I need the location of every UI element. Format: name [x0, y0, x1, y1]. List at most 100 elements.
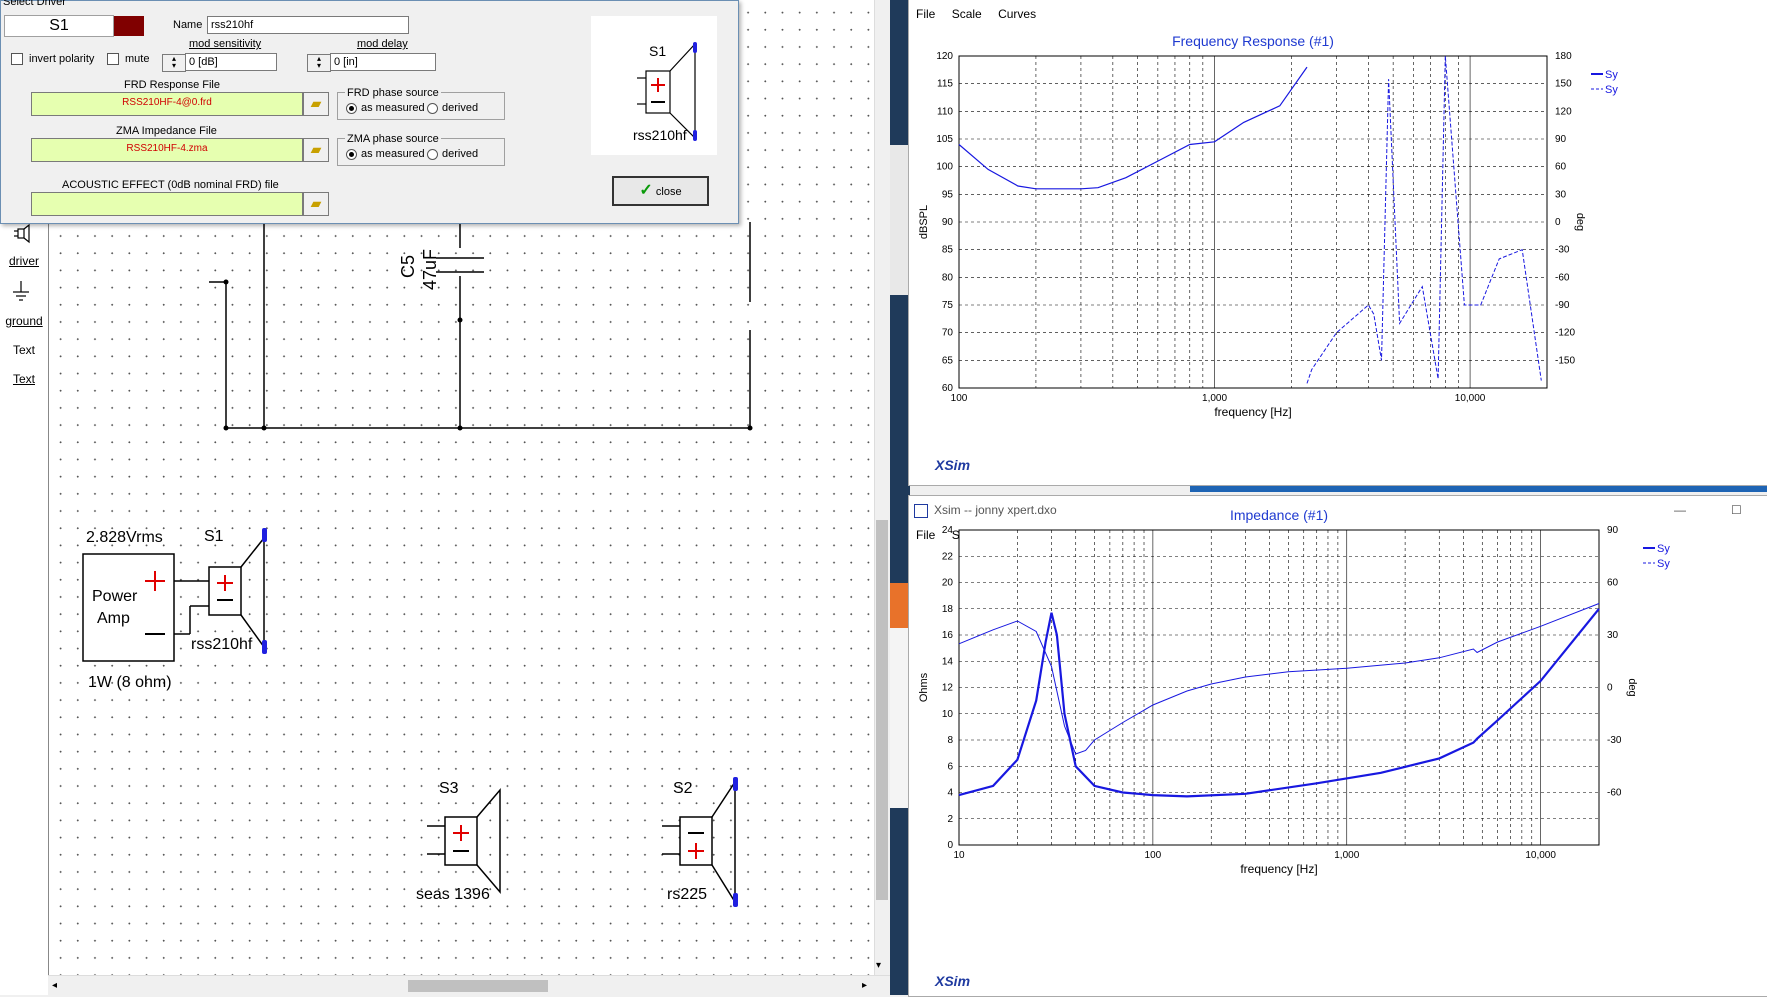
- s1-name[interactable]: rss210hf: [191, 636, 253, 654]
- s1-id[interactable]: S1: [204, 528, 224, 546]
- zma-phase-derived-radio[interactable]: derived: [427, 148, 478, 160]
- y-tick-label: 90: [942, 217, 954, 228]
- y-tick-label: 6: [947, 761, 953, 772]
- s2-id[interactable]: S2: [673, 780, 693, 798]
- s3-id[interactable]: S3: [439, 780, 459, 798]
- driver-tool-icon[interactable]: [12, 222, 34, 244]
- y2-axis-label: deg: [1574, 213, 1586, 231]
- legend-label: Sy: [1605, 84, 1618, 96]
- x-tick-label: 1,000: [1202, 393, 1227, 404]
- frequency-response-chart[interactable]: 120 115 110 105 100 95 90 85 80 75 70 65 60 180 150 120…: [909, 0, 1767, 485]
- zma-folder-icon[interactable]: ▰: [303, 138, 329, 162]
- scroll-left-icon[interactable]: ◂: [52, 980, 57, 991]
- y-tick-label: 12: [942, 683, 954, 694]
- invert-polarity-label: invert polarity: [29, 53, 95, 65]
- driver-id-field[interactable]: S1: [4, 15, 114, 37]
- y-tick-label: 8: [947, 735, 953, 746]
- mute-checkbox[interactable]: mute: [107, 53, 150, 66]
- frd-label: FRD Response File: [124, 79, 220, 91]
- name-label: Name: [173, 19, 203, 31]
- mod-sensitivity-label: mod sensitivity: [189, 38, 262, 50]
- y-tick-label: 70: [942, 328, 954, 339]
- cap-name: C5: [398, 254, 418, 278]
- horizontal-scroll-thumb[interactable]: [408, 980, 548, 992]
- y-tick-label: 115: [937, 79, 953, 90]
- ground-tool-icon[interactable]: [10, 280, 32, 302]
- y2-tick-label: -120: [1555, 328, 1575, 339]
- acoustic-folder-icon[interactable]: ▰: [303, 192, 329, 216]
- frequency-response-window: File Scale Curves 120 115 110 105 100 95 90 85 8…: [908, 0, 1767, 486]
- radio-selected-icon[interactable]: [346, 102, 357, 114]
- y-tick-label: 18: [942, 604, 954, 615]
- frd-folder-icon[interactable]: ▰: [303, 92, 329, 116]
- x-tick-label: 100: [1145, 850, 1162, 861]
- mod-sensitivity-spinner[interactable]: ▴ ▾: [162, 54, 186, 72]
- zma-phase-measured-radio[interactable]: as measured: [346, 148, 425, 160]
- y-tick-label: 24: [942, 525, 954, 536]
- checkmark-icon: ✓: [639, 182, 653, 199]
- frd-phase-label: FRD phase source: [345, 87, 441, 99]
- radio-unselected-icon[interactable]: [427, 102, 438, 114]
- text-tool-1[interactable]: Text: [4, 343, 44, 357]
- y-tick-label: 85: [942, 245, 954, 256]
- close-button[interactable]: ✓ close: [612, 176, 709, 206]
- zma-file-field[interactable]: RSS210HF-4.zma: [31, 138, 303, 162]
- y-tick-label: 65: [942, 355, 954, 366]
- y2-tick-label: -60: [1555, 272, 1570, 283]
- preview-id: S1: [649, 43, 667, 59]
- y-tick-label: 110: [937, 106, 953, 117]
- y-tick-label: 4: [947, 788, 953, 799]
- acoustic-label: ACOUSTIC EFFECT (0dB nominal FRD) file: [62, 179, 279, 191]
- preview-name: rss210hf: [633, 127, 687, 143]
- ground-tool[interactable]: ground: [4, 314, 44, 328]
- y-tick-label: 120: [936, 51, 953, 62]
- scroll-down-icon[interactable]: ▾: [876, 960, 881, 971]
- frd-phase-derived-radio[interactable]: derived: [427, 102, 478, 114]
- mute-check-icon[interactable]: [107, 53, 119, 66]
- invert-polarity-check-icon[interactable]: [11, 53, 23, 66]
- y2-tick-label: 0: [1607, 683, 1613, 694]
- x-tick-label: 10,000: [1455, 393, 1486, 404]
- background-app-panel: [890, 145, 910, 295]
- y2-tick-label: 60: [1607, 578, 1619, 589]
- y2-tick-label: 60: [1555, 162, 1567, 173]
- radio-selected-icon[interactable]: [346, 148, 357, 160]
- y2-tick-label: 90: [1607, 525, 1619, 536]
- impedance-chart[interactable]: 2422201816141210864209060300-30-6010 100 1…: [909, 496, 1767, 996]
- mod-delay-label: mod delay: [357, 38, 408, 50]
- mute-label: mute: [125, 53, 150, 65]
- radio-unselected-icon[interactable]: [427, 148, 438, 160]
- name-field[interactable]: rss210hf: [207, 16, 409, 34]
- select-driver-dialog: Select Driver S1 Name rss210hf invert po…: [0, 0, 739, 224]
- y-axis-label: dBSPL: [918, 205, 930, 239]
- y2-tick-label: -60: [1607, 788, 1622, 799]
- mod-delay-field[interactable]: 0 [in]: [330, 53, 436, 71]
- driver-color-swatch[interactable]: [114, 16, 144, 36]
- scroll-right-icon[interactable]: ▸: [862, 980, 867, 991]
- invert-polarity-checkbox[interactable]: invert polarity: [11, 53, 95, 66]
- text-tool-2[interactable]: Text: [4, 372, 44, 386]
- zma-phase-derived-label: derived: [442, 148, 479, 160]
- y2-tick-label: 180: [1555, 51, 1572, 62]
- y-tick-label: 20: [942, 578, 954, 589]
- chart-title: Impedance (#1): [1230, 507, 1328, 523]
- frd-file-field[interactable]: RSS210HF-4@0.frd: [31, 92, 303, 116]
- driver-preview: S1 rss210hf: [591, 16, 717, 155]
- legend-label: Sy: [1657, 558, 1670, 570]
- mod-sensitivity-field[interactable]: 0 [dB]: [185, 53, 277, 71]
- y-tick-label: 105: [936, 134, 953, 145]
- amp-label-1: Power: [92, 588, 138, 605]
- s3-name[interactable]: seas 1396: [416, 886, 490, 904]
- s2-name[interactable]: rs225: [667, 886, 707, 904]
- vertical-scroll-thumb[interactable]: [876, 520, 888, 900]
- frd-phase-measured-radio[interactable]: as measured: [346, 102, 425, 114]
- mod-delay-spinner[interactable]: ▴ ▾: [307, 54, 331, 72]
- y-tick-label: 22: [942, 551, 954, 562]
- driver-tool[interactable]: driver: [4, 254, 44, 268]
- y-tick-label: 10: [942, 709, 954, 720]
- frd-phase-measured-label: as measured: [361, 102, 425, 114]
- acoustic-file-field[interactable]: [31, 192, 303, 216]
- y2-tick-label: 30: [1607, 630, 1619, 641]
- zma-phase-measured-label: as measured: [361, 148, 425, 160]
- y-tick-label: 2: [947, 814, 953, 825]
